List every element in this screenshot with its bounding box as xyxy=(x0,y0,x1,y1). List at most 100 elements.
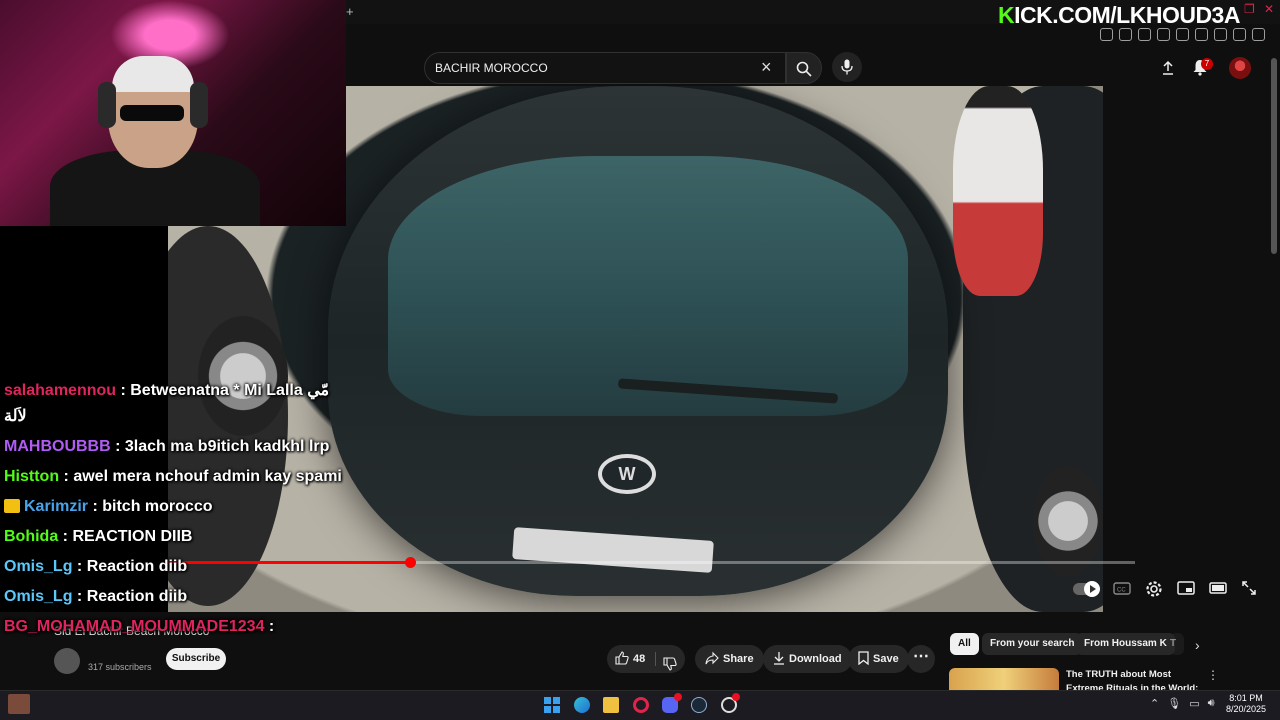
clock-time: 8:01 PM xyxy=(1229,693,1263,703)
kick-url-overlay: KICK.COM/LKHOUD3A xyxy=(998,0,1240,30)
channel-avatar[interactable] xyxy=(54,648,80,674)
search-box[interactable]: BACHIR MOROCCO × xyxy=(424,52,786,84)
headset-right-shape xyxy=(190,82,208,128)
person-shape xyxy=(953,86,1043,296)
chip-truncated[interactable]: T xyxy=(1170,633,1184,655)
chat-message: Omis_Lg : Reaction diib xyxy=(4,554,344,580)
subscriber-count: 317 subscribers xyxy=(88,662,152,672)
chat-username[interactable]: Bohida xyxy=(4,528,58,545)
opera-gx-icon[interactable] xyxy=(633,697,649,713)
chat-text: : Reaction diib xyxy=(72,588,188,605)
system-tray: ⌃ 🎙︎ ▭ 🔊︎ xyxy=(1150,697,1215,710)
like-dislike-group: 48 xyxy=(607,645,685,673)
save-label: Save xyxy=(873,653,899,665)
close-icon[interactable]: ✕ xyxy=(1264,3,1274,15)
share-button[interactable]: Share xyxy=(695,645,764,673)
chat-text: : 3lach ma b9itich kadkhl lrp xyxy=(110,438,330,455)
thumbs-down-icon xyxy=(663,657,677,671)
chat-username[interactable]: salahamennou xyxy=(4,382,116,399)
file-explorer-icon[interactable] xyxy=(603,697,619,713)
fullscreen-button[interactable] xyxy=(1241,580,1259,596)
chip-from-your-search[interactable]: From your search xyxy=(982,633,1083,655)
share-icon xyxy=(705,651,719,665)
upload-icon[interactable] xyxy=(1160,60,1176,76)
player-controls-right: CC xyxy=(1073,580,1259,597)
microphone-tray-icon[interactable]: 🎙︎ xyxy=(1167,697,1181,710)
headset-left-shape xyxy=(98,82,116,128)
clock-date: 8/20/2025 xyxy=(1226,704,1267,714)
user-avatar[interactable] xyxy=(1229,57,1251,79)
stream-chat-overlay: salahamennou : Betweenatna * Mi Lalla مّ… xyxy=(4,378,344,644)
chat-message: Karimzir : bitch morocco xyxy=(4,494,344,520)
chat-username[interactable]: Omis_Lg xyxy=(4,558,72,575)
chat-message: salahamennou : Betweenatna * Mi Lalla مّ… xyxy=(4,378,344,430)
subscribe-button[interactable]: Subscribe xyxy=(166,648,226,670)
volume-icon[interactable]: 🔊︎ xyxy=(1208,697,1215,710)
right-wheel-shape xyxy=(1033,466,1103,576)
autoplay-play-icon xyxy=(1084,581,1100,597)
chat-text: : xyxy=(264,618,275,635)
like-divider xyxy=(655,652,656,666)
chevron-right-icon[interactable]: › xyxy=(1195,637,1200,653)
settings-button[interactable] xyxy=(1145,580,1163,597)
taskbar-app-thumbnail[interactable] xyxy=(8,694,30,714)
menu-icon[interactable] xyxy=(1252,28,1265,41)
kick-url-text: ICK.COM/LKHOUD3A xyxy=(1014,2,1240,28)
taskbar-clock[interactable]: 8:01 PM 8/20/2025 xyxy=(1226,693,1266,715)
chat-text: : bitch morocco xyxy=(88,498,213,515)
chat-message: Bohida : REACTION DIIB xyxy=(4,524,344,550)
chat-text: : awel mera nchouf admin kay spami xyxy=(59,468,342,485)
more-actions-button[interactable]: ⋯ xyxy=(907,645,935,673)
page-scrollbar[interactable] xyxy=(1271,58,1277,254)
miniplayer-button[interactable] xyxy=(1177,580,1195,596)
steam-icon[interactable] xyxy=(691,697,707,713)
voice-search-button[interactable] xyxy=(832,52,862,82)
progress-scrubber-handle[interactable] xyxy=(405,557,416,568)
theater-mode-button[interactable] xyxy=(1209,580,1227,596)
svg-text:CC: CC xyxy=(1117,588,1126,594)
chat-text: : REACTION DIIB xyxy=(58,528,193,545)
vw-logo: W xyxy=(598,454,656,494)
gear-icon xyxy=(1146,581,1162,597)
dislike-button[interactable] xyxy=(663,651,681,679)
crown-badge-icon xyxy=(4,499,20,513)
theater-icon xyxy=(1209,582,1227,594)
microphone-icon xyxy=(841,59,853,75)
download-label: Download xyxy=(789,653,842,665)
chat-message: Histton : awel mera nchouf admin kay spa… xyxy=(4,464,344,490)
windows-start-icon[interactable] xyxy=(544,697,560,713)
like-button[interactable] xyxy=(615,645,633,673)
search-button[interactable] xyxy=(786,52,822,84)
share-label: Share xyxy=(723,653,754,665)
captions-button[interactable]: CC xyxy=(1113,580,1131,596)
chat-text: : Reaction diib xyxy=(72,558,188,575)
window-controls: ❐ ✕ xyxy=(1244,3,1274,15)
chat-username[interactable]: MAHBOUBBB xyxy=(4,438,111,455)
autoplay-toggle[interactable] xyxy=(1073,581,1100,597)
app-notification-badge xyxy=(732,693,740,701)
chevron-up-icon[interactable]: ⌃ xyxy=(1150,697,1159,710)
streamer-webcam xyxy=(0,0,346,226)
recommendation-thumbnail[interactable] xyxy=(949,668,1059,692)
bookmark-icon xyxy=(858,651,869,666)
chat-username[interactable]: Karimzir xyxy=(24,498,88,515)
discord-notification-badge xyxy=(674,693,682,701)
kick-logo-letter: K xyxy=(998,2,1015,28)
search-input[interactable]: BACHIR MOROCCO xyxy=(435,61,548,75)
chat-username[interactable]: Omis_Lg xyxy=(4,588,72,605)
search-icon xyxy=(796,61,812,77)
clear-search-icon[interactable]: × xyxy=(761,58,777,76)
chip-all[interactable]: All xyxy=(950,633,979,655)
edge-browser-icon[interactable] xyxy=(574,697,590,713)
chat-username[interactable]: Histton xyxy=(4,468,59,485)
network-icon[interactable]: ▭ xyxy=(1189,697,1199,710)
chat-message: MAHBOUBBB : 3lach ma b9itich kadkhl lrp xyxy=(4,434,344,460)
chip-from-houssam-k[interactable]: From Houssam K xyxy=(1076,633,1175,655)
download-button[interactable]: Download xyxy=(763,645,852,673)
recommendation-menu-icon[interactable]: ⋮ xyxy=(1207,668,1219,682)
chat-message: BG_MOHAMAD_MOUMMADE1234 : xyxy=(4,614,344,640)
save-button[interactable]: Save xyxy=(848,645,909,673)
restore-icon[interactable]: ❐ xyxy=(1244,3,1255,15)
new-tab-button[interactable]: + xyxy=(346,5,354,19)
chat-username[interactable]: BG_MOHAMAD_MOUMMADE1234 xyxy=(4,618,264,635)
